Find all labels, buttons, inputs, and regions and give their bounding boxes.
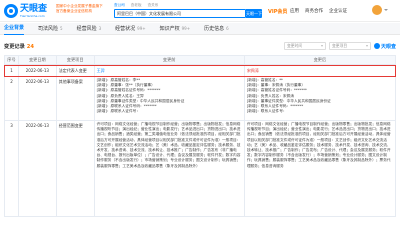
tab-count: 6	[226, 25, 229, 31]
eye-logo-icon	[373, 43, 380, 49]
eye-logo-icon	[4, 4, 18, 18]
tab-label: 企业背景	[4, 25, 25, 31]
table-row: 2 2022-06-13 其他事项备案 [新增]：原高管姓名：李** [新增]：…	[4, 77, 396, 121]
logo[interactable]: 天眼查 TianYanCha.com	[4, 3, 47, 19]
row-date: 2022-06-13	[19, 121, 57, 216]
search-tabs: 查公司 查老板 查关系	[114, 3, 158, 8]
nav-business[interactable]: 商务合作	[305, 8, 323, 14]
col-before: 变更前	[95, 56, 245, 64]
brand-text: 天眼查	[380, 43, 396, 50]
section-count: 24	[26, 44, 34, 50]
search-tab-relation[interactable]: 查关系	[148, 3, 159, 8]
search-input[interactable]: 阿里巴巴（中国）文化发展有限公司	[114, 9, 246, 18]
tab-label: 经营状况	[115, 25, 136, 32]
logo-sub: TianYanCha.com	[20, 14, 45, 18]
table-row: 1 2022-06-13 法定代表人变更 王羿 宋佩涛	[4, 65, 396, 77]
col-date: 变更日期	[19, 56, 57, 64]
nav-apps[interactable]: 应用	[290, 8, 299, 14]
tab-operation-status[interactable]: 经营状况 99+	[115, 23, 145, 35]
after-line: [新增]：联系人证件号：	[246, 109, 287, 114]
filter-change-item[interactable]: 变更项目	[328, 42, 371, 50]
section-actions: 变更时间 变更项目 天眼查	[283, 42, 396, 50]
person-link[interactable]: 王羿	[97, 68, 105, 73]
user-avatar[interactable]	[372, 5, 382, 15]
col-after: 变更后	[313, 57, 327, 62]
search-area: 查公司 查老板 查关系 阿里巴巴（中国）文化发展有限公司 天眼一下	[114, 3, 272, 18]
brand-watermark: 天眼查	[373, 43, 396, 50]
top-header: 天眼查 TianYanCha.com 国家中小企业发展子基金旗下 官方备案企业征…	[0, 0, 400, 22]
table-header: 序号 变更日期 变更项目 变更前 变更后	[4, 55, 396, 65]
row-after: 许可项目：网络文化经营；广播电视节目制作经营；出版物零售；出版物批发；信息网络传…	[246, 122, 391, 168]
row-after: 宋佩涛	[245, 65, 395, 76]
header-nav: 应用 商务合作 企业认证	[290, 8, 347, 14]
tab-legal-risk[interactable]: 司法风险 5	[38, 23, 63, 35]
slogan-line-2: 官方备案企业征信机构	[56, 9, 92, 13]
section-title-text: 变更记录	[4, 44, 25, 50]
search-tab-boss[interactable]: 查老板	[131, 3, 142, 8]
table-row: 3 2022-06-13 经营范围变更 许可项目：网络文化经营；广播电视节目制作…	[4, 121, 396, 217]
tab-count: 99+	[181, 25, 191, 31]
filter-change-date[interactable]: 变更时间	[283, 42, 326, 50]
search-button[interactable]: 天眼一下	[246, 9, 262, 18]
person-link[interactable]: 宋佩涛	[247, 68, 259, 73]
col-index: 序号	[5, 56, 19, 64]
col-item: 变更项目	[57, 56, 95, 64]
tab-label: 知识产权	[159, 25, 180, 32]
tab-label: 司法风险	[38, 25, 59, 32]
change-record-table: 序号 变更日期 变更项目 变更前 变更后 1 2022-06-13 法定代表人变…	[4, 55, 396, 217]
row-index: 1	[5, 65, 19, 76]
nav-certify[interactable]: 企业认证	[329, 8, 347, 14]
section-title: 变更记录 24	[4, 43, 34, 50]
tab-company-background[interactable]: 企业背景	[4, 22, 25, 35]
slogan: 国家中小企业发展子基金旗下 官方备案企业征信机构	[56, 4, 112, 14]
row-index: 3	[5, 121, 19, 216]
row-after: [新增]：高管姓名：** [新增]：董事：宋佩涛（执行董事） [新增]：高管姓名…	[245, 77, 395, 120]
before-line: [新增]：原联系人证件号：	[96, 109, 141, 114]
chevron-down-icon[interactable]	[384, 9, 388, 11]
row-index: 2	[5, 77, 19, 120]
row-item: 法定代表人变更	[57, 65, 95, 76]
search-tab-company[interactable]: 查公司	[114, 3, 125, 8]
row-before: [新增]：原高管姓名：李** [新增]：原董事：张**（执行董事） [新增]：原…	[95, 77, 245, 120]
company-tabs: 企业背景 司法风险 5 经营风险 3 经营状况 99+ 知识产权 99+ 历史信息 6	[0, 23, 400, 35]
row-item: 其他事项备案	[57, 77, 95, 120]
row-before: 许可项目：网络文化经营；广播电视节目制作经营；出版物零售；出版物批发；信息网络传…	[95, 121, 245, 216]
tab-label: 历史信息	[204, 25, 225, 32]
row-before: 王羿	[95, 65, 245, 76]
tab-ip[interactable]: 知识产权 99+	[160, 23, 190, 35]
vip-link[interactable]: VIP会员	[268, 8, 287, 15]
row-date: 2022-06-13	[19, 77, 57, 120]
tab-label: 经营风险	[76, 25, 97, 32]
tab-history[interactable]: 历史信息 6	[204, 23, 229, 35]
logo-name: 天眼查	[20, 4, 48, 14]
change-record-header: 变更记录 24 变更时间 变更项目 天眼查	[4, 42, 396, 52]
tab-operation-risk[interactable]: 经营风险 3	[77, 23, 102, 35]
row-date: 2022-06-13	[19, 65, 57, 76]
tab-count: 5	[60, 25, 63, 31]
row-item: 经营范围变更	[57, 121, 95, 216]
tab-count: 3	[98, 25, 102, 31]
tab-count: 99+	[137, 25, 146, 31]
